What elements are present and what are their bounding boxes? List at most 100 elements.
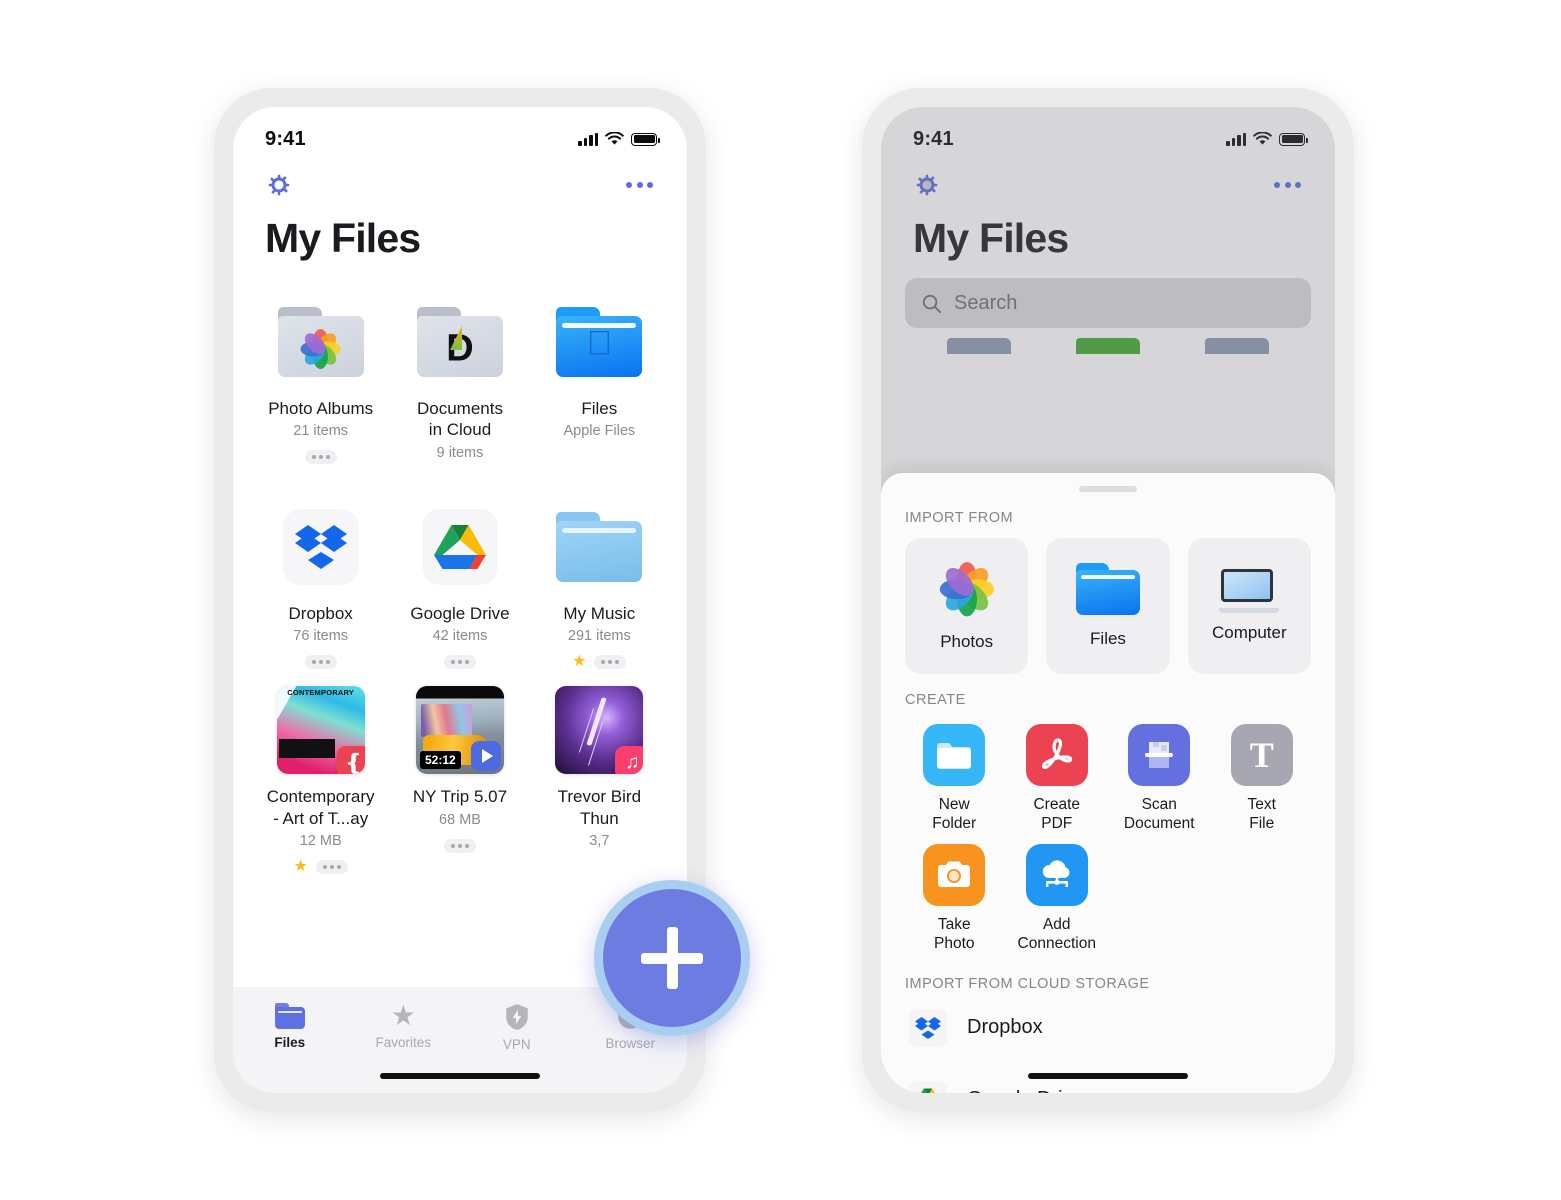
file-item-photo-albums[interactable]: Photo Albums 21 items bbox=[251, 288, 390, 489]
photos-folder-icon bbox=[275, 296, 367, 388]
file-item-label: My Music bbox=[563, 603, 636, 623]
battery-icon bbox=[631, 132, 660, 146]
photos-icon bbox=[938, 560, 996, 618]
tab-label: Browser bbox=[605, 1036, 655, 1051]
folder-icon bbox=[274, 1003, 305, 1029]
file-item-documents-in-cloud[interactable]: D Documentsin Cloud 9 items bbox=[390, 288, 529, 489]
file-item-sub: 42 items bbox=[432, 628, 488, 645]
file-item-files[interactable]:  Files Apple Files bbox=[530, 288, 669, 489]
create-add-connection[interactable]: Add Connection bbox=[1008, 838, 1107, 954]
file-item-label: Photo Albums bbox=[268, 399, 374, 418]
text-file-icon: T bbox=[1230, 724, 1293, 786]
video-thumbnail: 52:12 bbox=[415, 686, 504, 775]
tab-label: Files bbox=[274, 1035, 306, 1050]
file-item-dropbox[interactable]: Dropbox 76 items bbox=[251, 493, 390, 672]
file-item-sub: 3,7 bbox=[589, 833, 610, 850]
pdf-badge-icon: ❴ bbox=[336, 746, 365, 775]
book-title-text: CONTEMPORARY bbox=[287, 688, 355, 698]
documents-folder-icon: D bbox=[414, 296, 506, 388]
tab-favorites[interactable]: ★ Favorites bbox=[347, 1000, 461, 1051]
cloud-storage-label: IMPORT FROM CLOUD STORAGE bbox=[905, 975, 1150, 992]
more-options-icon[interactable] bbox=[594, 655, 627, 670]
more-options-icon[interactable] bbox=[443, 838, 476, 853]
apple-logo-icon:  bbox=[587, 324, 613, 363]
import-tile-photos[interactable]: Photos bbox=[905, 538, 1029, 674]
create-label-text: Add Connection bbox=[1017, 915, 1096, 953]
create-label-text: Scan Document bbox=[1123, 796, 1195, 833]
tab-label: VPN bbox=[502, 1037, 531, 1052]
cloud-item-label: Dropbox bbox=[967, 1016, 1043, 1038]
cellular-signal-icon bbox=[578, 132, 598, 146]
video-duration-label: 52:12 bbox=[419, 751, 461, 770]
file-item-sub: 291 items bbox=[567, 628, 631, 645]
file-item-label: Documents in Cloud bbox=[417, 399, 503, 440]
file-item-trevor-bird-thunder[interactable]: ♫ Trevor Bird Thun 3,7 bbox=[530, 676, 669, 877]
cloud-item-label: Google Drive bbox=[967, 1088, 1084, 1093]
file-item-sub: 21 items bbox=[293, 423, 349, 440]
import-tile-label: Computer bbox=[1212, 623, 1287, 642]
star-icon[interactable]: ★ bbox=[572, 654, 586, 670]
create-label-text: Text File bbox=[1247, 796, 1276, 833]
gear-icon[interactable] bbox=[265, 171, 293, 199]
cloud-item-dropbox[interactable]: Dropbox bbox=[905, 992, 1311, 1064]
create-pdf[interactable]: Create PDF bbox=[1008, 718, 1107, 834]
file-item-actions: ★ bbox=[572, 652, 627, 672]
new-folder-icon bbox=[923, 724, 986, 786]
star-icon[interactable]: ★ bbox=[293, 859, 307, 875]
file-item-contemporary-pdf[interactable]: CONTEMPORARY ❴ Contemporary - Art of T...… bbox=[251, 676, 390, 877]
create-label: CREATE bbox=[905, 692, 966, 708]
file-item-actions bbox=[443, 836, 476, 856]
add-button-fab[interactable] bbox=[594, 880, 750, 1036]
import-tile-label: Files bbox=[1090, 629, 1126, 648]
tab-files[interactable]: Files bbox=[233, 1003, 347, 1050]
create-new-folder[interactable]: New Folder bbox=[905, 718, 1004, 834]
file-item-label: Files bbox=[581, 399, 618, 418]
file-item-ny-trip-video[interactable]: 52:12 NY Trip 5.07 68 MB bbox=[390, 676, 529, 877]
page-title: My Files bbox=[265, 215, 421, 261]
create-text-file[interactable]: T Text File bbox=[1213, 718, 1312, 834]
file-item-actions bbox=[443, 652, 476, 672]
nav-row-left bbox=[233, 157, 687, 199]
home-indicator bbox=[380, 1073, 540, 1079]
file-item-sub: 76 items bbox=[293, 628, 349, 645]
import-tile-label: Photos bbox=[940, 632, 994, 651]
file-item-my-music[interactable]: My Music 291 items ★ bbox=[530, 493, 669, 672]
more-options-icon[interactable] bbox=[304, 450, 337, 465]
play-badge-icon[interactable] bbox=[470, 741, 501, 772]
more-options-icon[interactable] bbox=[304, 655, 337, 670]
create-pdf-icon bbox=[1025, 724, 1088, 786]
more-options-icon[interactable] bbox=[315, 860, 348, 875]
file-item-label: Google Drive bbox=[410, 603, 510, 623]
file-item-sub: 12 MB bbox=[299, 833, 342, 850]
home-indicator bbox=[1028, 1073, 1188, 1079]
ellipsis-icon[interactable] bbox=[624, 176, 655, 194]
create-label-text: Create PDF bbox=[1033, 796, 1081, 833]
create-take-photo[interactable]: Take Photo bbox=[905, 838, 1004, 954]
dropbox-icon bbox=[282, 508, 359, 585]
star-icon: ★ bbox=[390, 1000, 416, 1031]
more-options-icon[interactable] bbox=[443, 655, 476, 670]
file-item-sub: 9 items bbox=[436, 444, 484, 461]
create-scan-document[interactable]: Scan Document bbox=[1110, 718, 1209, 834]
file-item-actions bbox=[304, 652, 337, 672]
import-action-sheet: IMPORT FROM Photos Files Computer CREATE… bbox=[881, 473, 1335, 1093]
create-label-text: New Folder bbox=[932, 796, 977, 833]
file-item-google-drive[interactable]: Google Drive 42 items bbox=[390, 493, 529, 672]
import-tile-files[interactable]: Files bbox=[1046, 538, 1170, 674]
music-folder-icon bbox=[553, 501, 645, 593]
apple-files-folder-icon:  bbox=[553, 296, 645, 388]
sheet-grabber[interactable] bbox=[1079, 486, 1137, 492]
import-from-row: Photos Files Computer bbox=[905, 538, 1311, 674]
status-bar-left: 9:41 bbox=[233, 107, 687, 157]
tab-vpn[interactable]: VPN bbox=[460, 1003, 574, 1052]
file-item-sub: Apple Files bbox=[563, 423, 636, 440]
google-drive-icon bbox=[421, 508, 498, 585]
phone-right: 9:41 My Files Search IMPORT FROM Photos … bbox=[862, 88, 1354, 1112]
music-thumbnail: ♫ bbox=[555, 686, 644, 775]
photos-flower-icon bbox=[300, 328, 342, 370]
import-tile-computer[interactable]: Computer bbox=[1187, 538, 1311, 674]
google-drive-icon bbox=[909, 1080, 947, 1093]
file-item-actions bbox=[304, 447, 337, 467]
file-item-label: NY Trip 5.07 bbox=[412, 787, 508, 807]
files-folder-icon bbox=[1075, 563, 1140, 615]
